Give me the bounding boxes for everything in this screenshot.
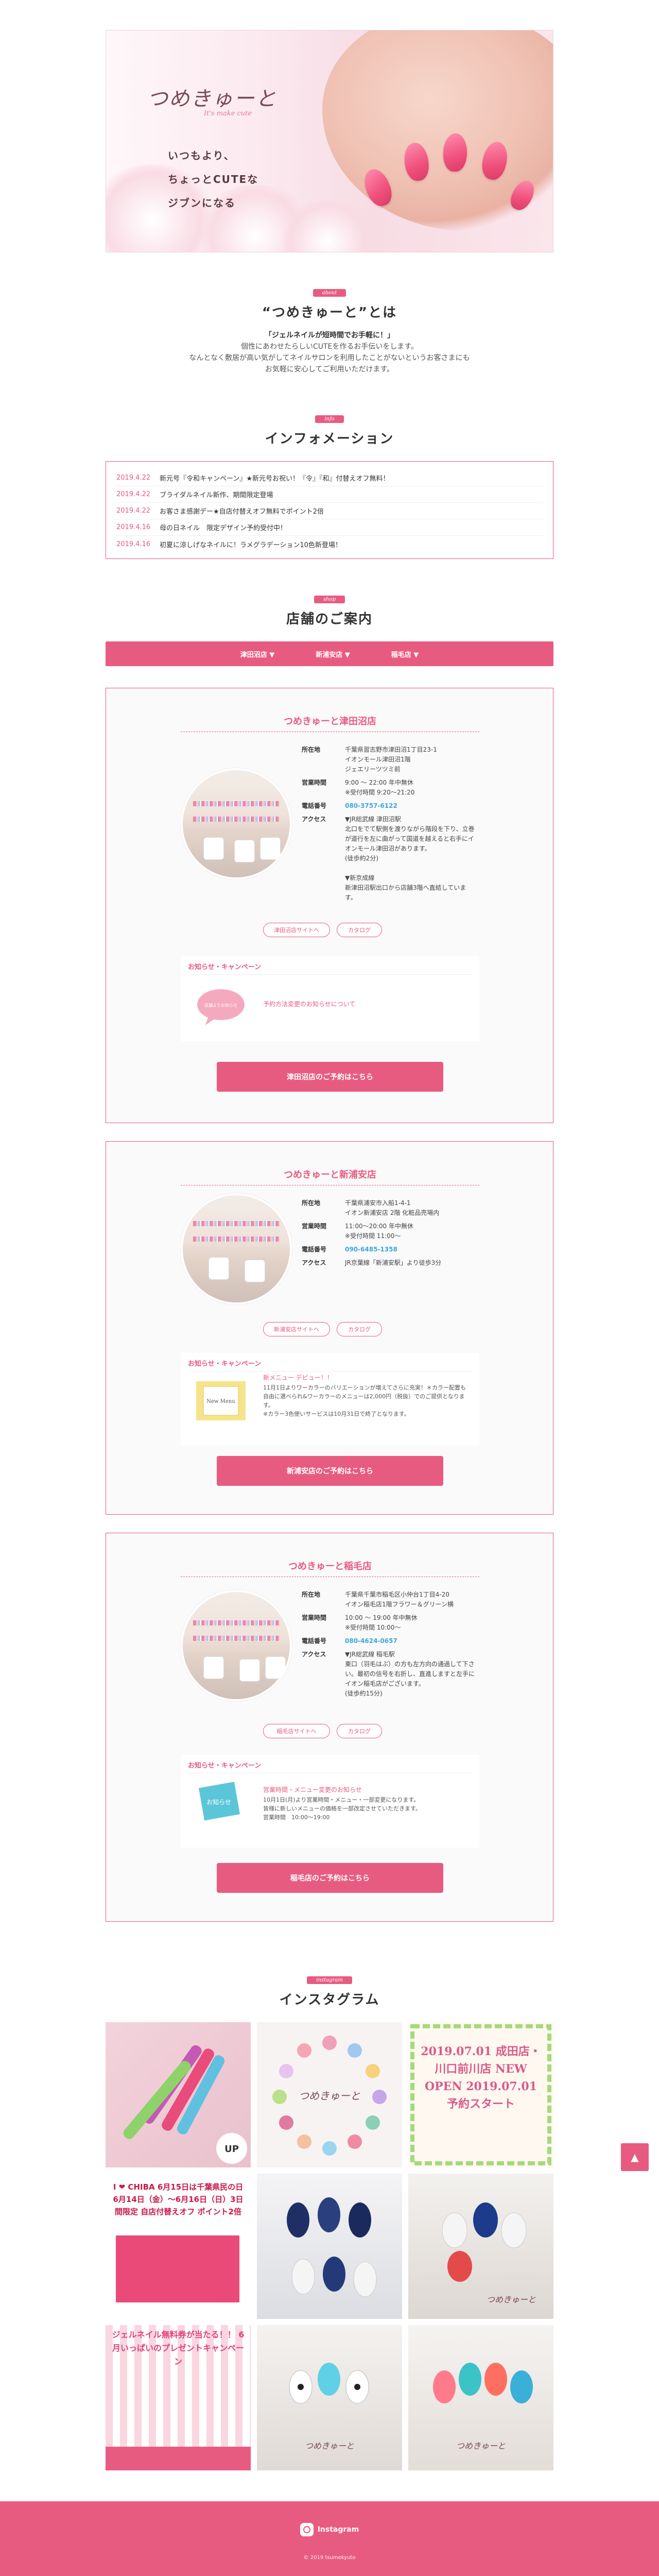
info-item[interactable]: 2019.4.22 ブライダルネイル新作、期間限定登場 — [116, 486, 543, 503]
store-photo — [181, 768, 292, 879]
instagram-icon — [300, 2523, 314, 2536]
store-details: 所在地 千葉県千葉市稲毛区小仲台1丁目4-20 イオン稲毛店1階フラワー＆グリーン… — [302, 1591, 475, 1697]
tel-link[interactable]: 080-4624-0657 — [345, 1636, 397, 1646]
store-card-tsudanuma: つめきゅーと津田沼店 所在地 千葉県習志野市津田沼1丁目23-1 イオンモール津田… — [106, 688, 553, 1123]
instagram-post[interactable]: つめきゅーと — [257, 2325, 402, 2470]
instagram-post[interactable]: 2019.07.01 成田店・川口前川店 NEW OPEN 2019.07.01… — [408, 2022, 553, 2167]
shop-heading: shop 店舗のご案内 — [0, 595, 659, 628]
section-tag: about — [313, 289, 346, 297]
instagram-post[interactable]: つめきゅーと — [408, 2174, 553, 2319]
store-name: つめきゅーと津田沼店 — [181, 714, 479, 732]
news-thumbnail: お知らせ — [196, 1781, 246, 1821]
hero-tagline: いつもより、 ちょっとCUTEな ジブンになる — [168, 149, 259, 209]
section-title: インフォメーション — [265, 431, 394, 447]
news-box: お知らせ・キャンペーン New Menu 新メニュー デビュー！！ 11月1日より… — [181, 1353, 479, 1446]
info-item[interactable]: 2019.4.16 初夏に涼しげなネイルに！ラメグラデーション10色新登場！ — [116, 536, 543, 552]
instagram-post[interactable]: UP — [106, 2022, 251, 2167]
copyright: © 2019 tsumekyuto — [303, 2555, 356, 2561]
news-thumbnail: 店舗よりお知らせ — [196, 987, 246, 1026]
info-list: 2019.4.22 新元号『令和キャンペーン』★新元号お祝い！『令』『和』付替えオ… — [106, 461, 553, 559]
section-title: 店舗のご案内 — [286, 612, 373, 627]
instagram-post[interactable]: つめきゅーと — [408, 2325, 553, 2470]
news-text[interactable]: 予約方法変更のお知らせについて — [263, 1000, 469, 1010]
store-card-inage: つめきゅーと稲毛店 所在地 千葉県千葉市稲毛区小仲台1丁目4-20 イオン稲毛店1… — [106, 1533, 553, 1922]
svg-text:つめきゅーと: つめきゅーと — [487, 2295, 536, 2304]
section-tag: info — [315, 415, 344, 423]
instagram-heading: instagram インスタグラム — [0, 1976, 659, 2008]
reserve-button[interactable]: 新浦安店のご予約はこちら — [217, 1456, 443, 1486]
catalog-button[interactable]: カタログ — [337, 1322, 382, 1336]
reserve-button[interactable]: 稲毛店のご予約はこちら — [217, 1863, 443, 1893]
tel-link[interactable]: 080-3757-6122 — [345, 801, 397, 811]
nav-shinurayasu[interactable]: 新浦安店 ▼ — [295, 649, 371, 659]
svg-text:New Menu: New Menu — [206, 1399, 235, 1404]
store-card-shinurayasu: つめきゅーと新浦安店 所在地 千葉県浦安市入船1-4-1 イオン新浦安店 2階 化… — [106, 1141, 553, 1515]
store-site-button[interactable]: 新浦安店サイトへ — [263, 1322, 330, 1336]
instagram-post[interactable]: つめきゅーと — [257, 2022, 402, 2167]
about-heading: about “つめきゅーと”とは — [0, 289, 659, 321]
news-box: お知らせ・キャンペーン お知らせ 営業時間・メニュー変更のお知らせ 10月1日(月… — [181, 1755, 479, 1848]
news-thumbnail: New Menu — [196, 1381, 246, 1420]
instagram-post[interactable]: I ❤ CHIBA 6月15日は千葉県民の日 6月14日（金）〜6月16日（日）… — [106, 2174, 251, 2319]
store-site-button[interactable]: 津田沼店サイトへ — [263, 923, 330, 937]
instagram-post[interactable] — [257, 2174, 402, 2319]
section-title: “つめきゅーと”とは — [262, 305, 397, 320]
section-tag: shop — [314, 596, 345, 603]
catalog-button[interactable]: カタログ — [337, 1724, 382, 1738]
info-item[interactable]: 2019.4.16 母の日ネイル 限定デザイン予約受付中！ — [116, 519, 543, 536]
nav-tsudanuma[interactable]: 津田沼店 ▼ — [220, 649, 296, 659]
store-nav: 津田沼店 ▼ 新浦安店 ▼ 稲毛店 ▼ — [106, 641, 553, 666]
nav-inage[interactable]: 稲毛店 ▼ — [371, 649, 440, 659]
store-photo — [181, 1193, 292, 1304]
news-text[interactable]: 新メニュー デビュー！！ 11月1日よりワーカラーのバリエーションが増えてさらに充… — [263, 1374, 469, 1418]
store-details: 所在地 千葉県浦安市入船1-4-1 イオン新浦安店 2階 化粧品売場内 営業時間 1… — [302, 1199, 442, 1266]
news-box: お知らせ・キャンペーン 店舗よりお知らせ 予約方法変更のお知らせについて — [181, 956, 479, 1041]
svg-text:つめきゅーと: つめきゅーと — [456, 2441, 506, 2451]
instagram-post[interactable]: ジェルネイル無料券が当たる！！ 6月いっぱいのプレゼントキャンペーン — [106, 2325, 251, 2470]
news-text[interactable]: 営業時間・メニュー変更のお知らせ 10月1日(月)より営業時間・メニュー・一部変更… — [263, 1786, 469, 1822]
logo[interactable]: つめきゅーと It's make cute — [147, 82, 277, 117]
page-top-button[interactable]: ▲ — [621, 2143, 649, 2171]
svg-text:UP: UP — [224, 2144, 239, 2155]
hero-banner: つめきゅーと It's make cute いつもより、 ちょっとCUTEな ジ… — [106, 30, 553, 252]
reserve-button[interactable]: 津田沼店のご予約はこちら — [217, 1062, 443, 1092]
instagram-link[interactable]: Instagram — [0, 2523, 659, 2536]
info-heading: info インフォメーション — [0, 415, 659, 447]
store-name: つめきゅーと新浦安店 — [181, 1167, 479, 1185]
svg-text:つめきゅーと: つめきゅーと — [305, 2441, 354, 2451]
info-item[interactable]: 2019.4.22 新元号『令和キャンペーン』★新元号お祝い！『令』『和』付替えオ… — [116, 470, 543, 486]
store-name: つめきゅーと稲毛店 — [181, 1559, 479, 1577]
footer: Instagram © 2019 tsumekyuto — [0, 2501, 659, 2576]
section-tag: instagram — [307, 1976, 352, 1984]
about-text: 「ジェルネイルが短時間でお手軽に！」 個性にあわせたらしいCUTEを作るお手伝い… — [189, 331, 470, 374]
store-photo — [181, 1590, 292, 1701]
store-details: 所在地 千葉県習志野市津田沼1丁目23-1 イオンモール津田沼1階 ジェエリーツツ… — [302, 746, 475, 901]
svg-text:店舗よりお知らせ: 店舗よりお知らせ — [204, 1003, 237, 1008]
tel-link[interactable]: 090-6485-1358 — [345, 1245, 397, 1255]
svg-text:お知らせ: お知らせ — [206, 1799, 231, 1806]
store-site-button[interactable]: 稲毛店サイトへ — [263, 1724, 330, 1738]
info-item[interactable]: 2019.4.22 お客さま感謝デー★自店付替えオフ無料でポイント2倍 — [116, 503, 543, 519]
svg-text:つめきゅーと: つめきゅーと — [299, 2090, 360, 2102]
instagram-grid: UP つめきゅーと 2019.07.01 成田店・川口前川店 NEW OPEN … — [106, 2022, 553, 2470]
section-title: インスタグラム — [279, 1992, 380, 2008]
catalog-button[interactable]: カタログ — [337, 923, 382, 937]
